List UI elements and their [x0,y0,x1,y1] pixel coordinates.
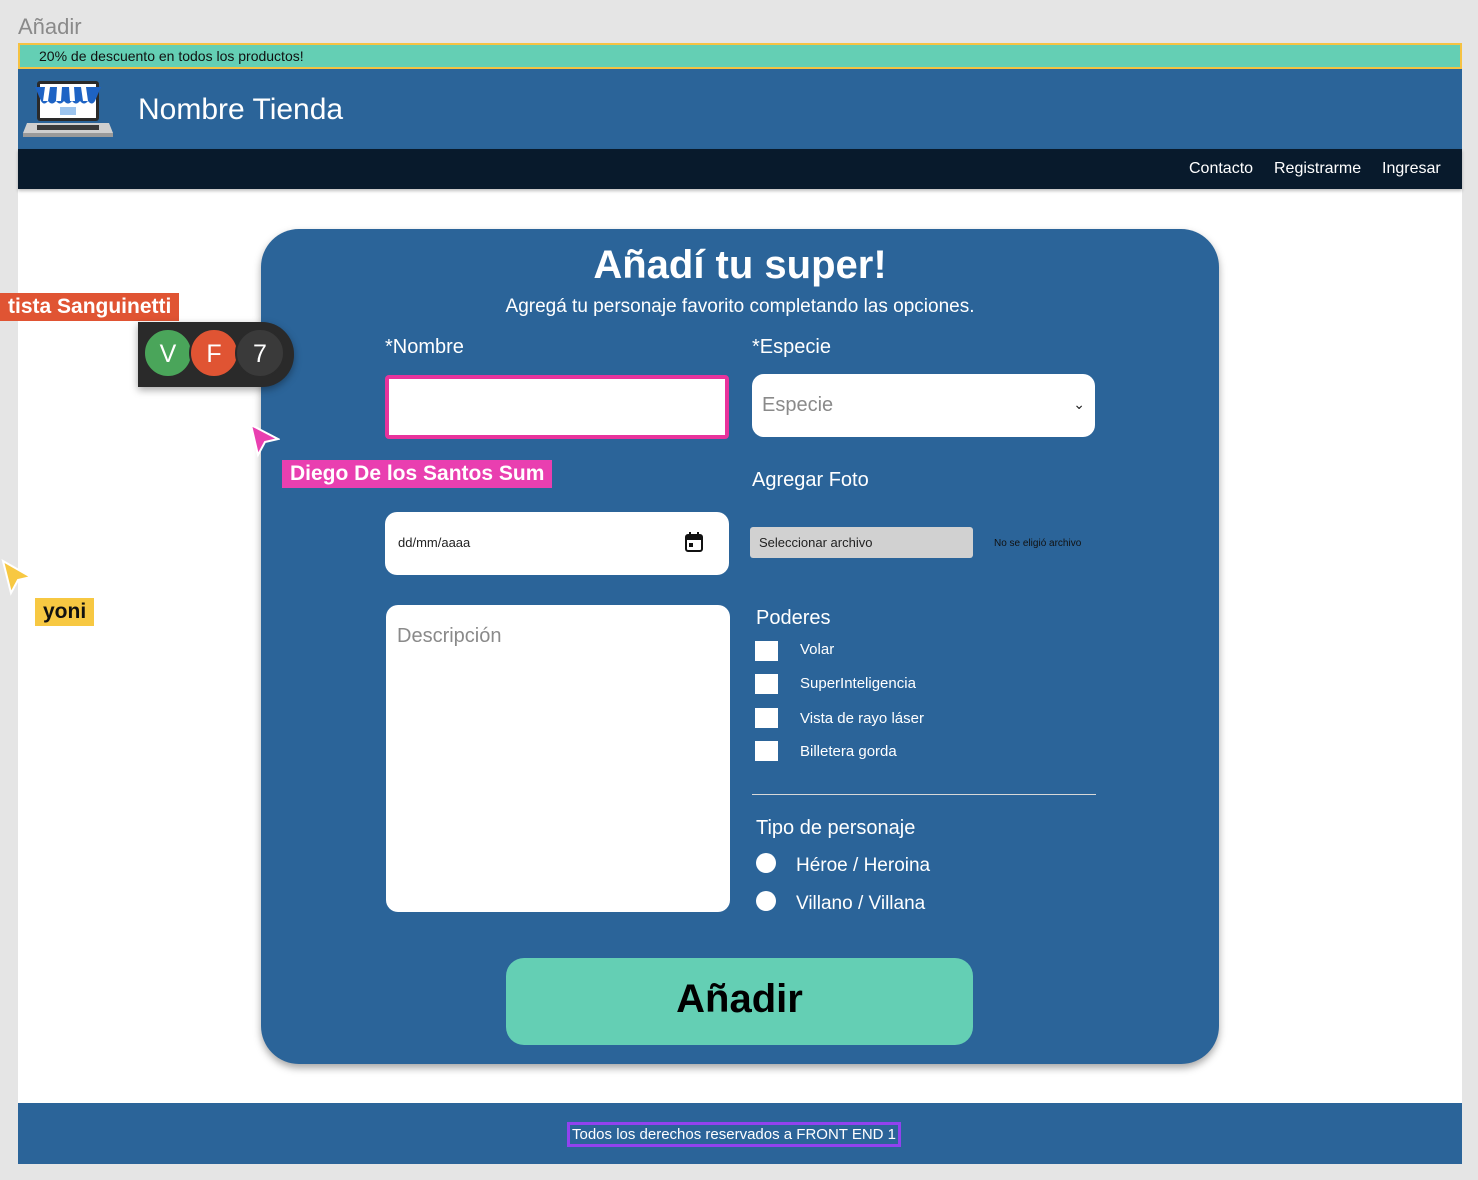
collaborator-name-tag: yoni [35,598,95,626]
cursor-arrow-icon [249,423,280,458]
poderes-label: Poderes [756,607,831,629]
radio-heroe[interactable] [756,853,776,873]
checkbox-label-superinteligencia: SuperInteligencia [800,675,916,692]
radio-label-heroe: Héroe / Heroina [796,855,931,876]
file-select-button[interactable]: Seleccionar archivo [750,527,973,558]
checkbox-billetera-gorda[interactable] [755,741,778,761]
nombre-input[interactable] [385,375,729,439]
collaborator-avatars[interactable]: V F 7 [138,322,294,387]
chevron-down-icon: ⌄ [1073,396,1085,412]
checkbox-superinteligencia[interactable] [755,674,778,694]
checkbox-vista-laser[interactable] [755,708,778,728]
page-frame: 20% de descuento en todos los productos!… [18,43,1462,1164]
footer-text: Todos los derechos reservados a FRONT EN… [567,1122,902,1147]
radio-label-villano: Villano / Villana [796,893,926,914]
date-input[interactable]: dd/mm/aaaa [385,512,729,575]
checkbox-label-volar: Volar [800,641,835,658]
nav-contacto[interactable]: Contacto [1189,160,1253,178]
checkbox-label-billetera-gorda: Billetera gorda [800,743,897,760]
checkbox-volar[interactable] [755,641,778,661]
store-logo-icon[interactable] [23,77,113,141]
checkbox-label-vista-laser: Vista de rayo láser [800,710,924,727]
descripcion-placeholder: Descripción [397,625,502,647]
avatar[interactable]: 7 [235,328,285,378]
foto-label: Agregar Foto [752,469,869,491]
nav-registrarme[interactable]: Registrarme [1274,160,1361,178]
footer: Todos los derechos reservados a FRONT EN… [18,1103,1462,1164]
store-name[interactable]: Nombre Tienda [138,93,343,127]
especie-label: *Especie [752,336,831,358]
tipo-label: Tipo de personaje [756,817,916,839]
header: Nombre Tienda [18,69,1462,149]
nombre-label: *Nombre [385,336,464,358]
cursor-arrow-icon [1,558,34,596]
promo-banner: 20% de descuento en todos los productos! [18,43,1462,69]
add-button[interactable]: Añadir [506,958,973,1045]
frame-label: Añadir [18,14,82,39]
calendar-icon[interactable] [685,532,703,552]
date-placeholder: dd/mm/aaaa [398,535,471,550]
collaborator-name-tag: tista Sanguinetti [0,293,180,321]
form-title: Añadí tu super! [593,243,887,287]
collaborator-name-tag: Diego De los Santos Sum [282,460,553,488]
descripcion-textarea[interactable]: Descripción [386,605,730,912]
radio-villano[interactable] [756,891,776,911]
form-subtitle: Agregá tu personaje favorito completando… [505,296,975,317]
file-status: No se eligió archivo [994,538,1082,549]
top-nav: Contacto Registrarme Ingresar [18,149,1462,189]
add-hero-form: Añadí tu super! Agregá tu personaje favo… [261,229,1219,1064]
especie-select[interactable]: Especie ⌄ [752,374,1095,437]
avatar[interactable]: F [189,328,239,378]
nav-ingresar[interactable]: Ingresar [1382,160,1441,178]
avatar[interactable]: V [143,328,193,378]
divider [752,794,1096,795]
especie-placeholder: Especie [762,394,834,416]
